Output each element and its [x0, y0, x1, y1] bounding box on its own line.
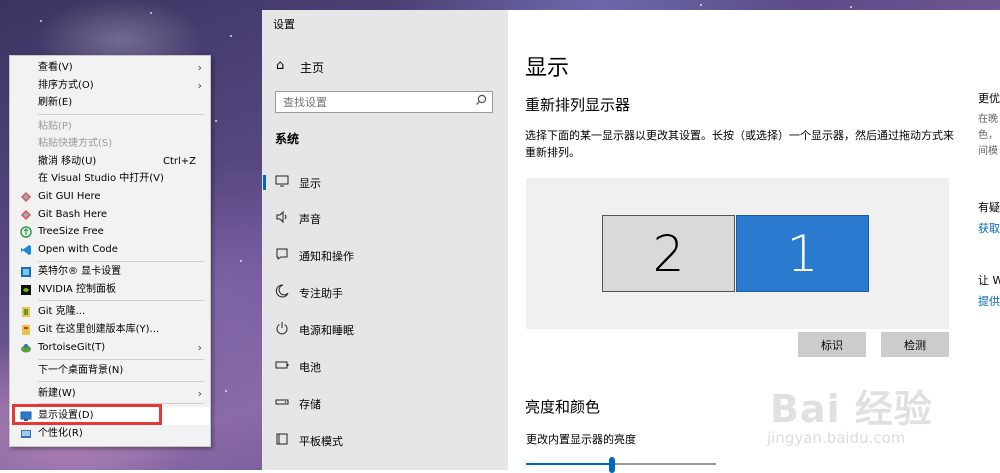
- menu-item-undo-move[interactable]: 撤消 移动(U) Ctrl+Z: [10, 153, 210, 171]
- intel-graphics-icon: [20, 266, 32, 278]
- menu-item-refresh[interactable]: 刷新(E): [10, 94, 210, 112]
- storage-icon: [274, 395, 290, 411]
- related-heading: 更优: [978, 92, 1000, 105]
- search-input[interactable]: [283, 93, 463, 111]
- nav-item-battery[interactable]: 电池: [262, 354, 508, 380]
- menu-item-open-with-code[interactable]: Open with Code: [10, 241, 210, 259]
- submenu-arrow-icon: ›: [197, 79, 202, 92]
- search-icon: [475, 94, 487, 109]
- nav-item-display[interactable]: 显示: [262, 170, 508, 196]
- power-icon: [274, 321, 290, 337]
- menu-item-tortoisegit[interactable]: TortoiseGit(T) ›: [10, 339, 210, 357]
- battery-icon: [274, 358, 290, 374]
- menu-item-sort[interactable]: 排序方式(O) ›: [10, 77, 210, 95]
- feedback-heading: 让 W: [978, 274, 1000, 287]
- home-link[interactable]: ⌂ 主页: [274, 58, 494, 78]
- monitor-icon: [274, 174, 290, 190]
- monitor-2[interactable]: 2: [602, 215, 735, 292]
- nav-item-focus-assist[interactable]: 专注助手: [262, 280, 508, 306]
- menu-separator: [38, 359, 204, 360]
- page-title: 显示: [525, 56, 570, 81]
- baidu-watermark-url: jingyan.baidu.com: [767, 429, 906, 447]
- search-box[interactable]: [275, 91, 493, 113]
- menu-item-nvidia-control-panel[interactable]: NVIDIA 控制面板: [10, 281, 210, 299]
- menu-separator: [38, 381, 204, 382]
- baidu-watermark: Bai 经验: [770, 387, 933, 431]
- menu-item-git-clone[interactable]: Git 克隆...: [10, 303, 210, 321]
- window-title: 设置: [273, 18, 295, 31]
- treesize-icon: [20, 226, 32, 238]
- moon-icon: [274, 284, 290, 300]
- git-diamond-icon: [20, 191, 32, 203]
- monitor-arrangement-area: 2 1: [526, 178, 949, 329]
- menu-item-new[interactable]: 新建(W) ›: [10, 385, 210, 403]
- submenu-arrow-icon: ›: [197, 61, 202, 74]
- tortoisegit-icon: [20, 342, 32, 354]
- brightness-label: 更改内置显示器的亮度: [526, 433, 636, 446]
- menu-item-personalize[interactable]: 个性化(R): [10, 425, 210, 443]
- related-text: 在晚: [978, 114, 998, 125]
- speaker-icon: [274, 210, 290, 226]
- brightness-slider[interactable]: [526, 457, 716, 473]
- tablet-icon: [274, 432, 290, 448]
- section-title: 系统: [275, 132, 300, 146]
- nav-item-notifications[interactable]: 通知和操作: [262, 243, 508, 269]
- git-diamond-icon: [20, 209, 32, 221]
- highlight-box: [12, 404, 162, 425]
- rearrange-heading: 重新排列显示器: [525, 96, 631, 114]
- menu-item-paste[interactable]: 粘贴(P): [10, 118, 210, 136]
- menu-item-git-create-repo[interactable]: Git 在这里创建版本库(Y)...: [10, 321, 210, 339]
- menu-separator: [38, 114, 204, 115]
- question-heading: 有疑: [978, 201, 1000, 214]
- personalize-icon: [20, 428, 32, 440]
- feedback-link[interactable]: 提供: [978, 293, 1000, 309]
- menu-item-git-bash[interactable]: Git Bash Here: [10, 206, 210, 224]
- related-text: 间模: [978, 146, 998, 157]
- desktop-context-menu: 查看(V) › 排序方式(O) › 刷新(E) 粘贴(P) 粘贴快捷方式(S) …: [9, 55, 211, 447]
- slider-fill: [526, 463, 612, 465]
- detect-button[interactable]: 检测: [881, 332, 949, 357]
- vscode-icon: [20, 244, 32, 256]
- home-icon: ⌂: [276, 58, 285, 73]
- identify-button[interactable]: 标识: [798, 332, 866, 357]
- nvidia-icon: [20, 284, 32, 296]
- menu-separator: [38, 300, 204, 301]
- related-text: 色，: [978, 130, 998, 141]
- tortoisegit-clone-icon: [20, 306, 32, 318]
- menu-separator: [38, 261, 204, 262]
- menu-item-treesize[interactable]: TreeSize Free: [10, 223, 210, 241]
- settings-sidebar: 设置 ⌂ 主页 系统 显示 声音 通知和操作 专注助手 电源和睡眠: [262, 10, 508, 470]
- menu-item-next-background[interactable]: 下一个桌面背景(N): [10, 362, 210, 380]
- menu-item-view[interactable]: 查看(V) ›: [10, 59, 210, 77]
- menu-item-paste-shortcut[interactable]: 粘贴快捷方式(S): [10, 135, 210, 153]
- nav-item-power-sleep[interactable]: 电源和睡眠: [262, 317, 508, 343]
- menu-item-git-gui[interactable]: Git GUI Here: [10, 188, 210, 206]
- monitor-1[interactable]: 1: [736, 215, 869, 292]
- rearrange-description: 选择下面的某一显示器以更改其设置。长按（或选择）一个显示器，然后通过拖动方式来重…: [525, 129, 954, 159]
- submenu-arrow-icon: ›: [197, 387, 202, 400]
- nav-item-tablet-mode[interactable]: 平板模式: [262, 428, 508, 454]
- get-help-link[interactable]: 获取: [978, 220, 1000, 236]
- tortoisegit-repo-icon: [20, 324, 32, 336]
- brightness-heading: 亮度和颜色: [525, 398, 601, 416]
- related-panel: 更优 在晚 色， 间模 有疑 获取 让 W 提供: [954, 10, 1000, 470]
- menu-item-open-in-visual-studio[interactable]: 在 Visual Studio 中打开(V): [10, 170, 210, 188]
- slider-thumb[interactable]: [608, 457, 615, 473]
- menu-item-intel-graphics[interactable]: 英特尔® 显卡设置: [10, 263, 210, 281]
- submenu-arrow-icon: ›: [197, 341, 202, 354]
- nav-item-storage[interactable]: 存储: [262, 391, 508, 417]
- notification-icon: [274, 247, 290, 263]
- nav-item-sound[interactable]: 声音: [262, 206, 508, 232]
